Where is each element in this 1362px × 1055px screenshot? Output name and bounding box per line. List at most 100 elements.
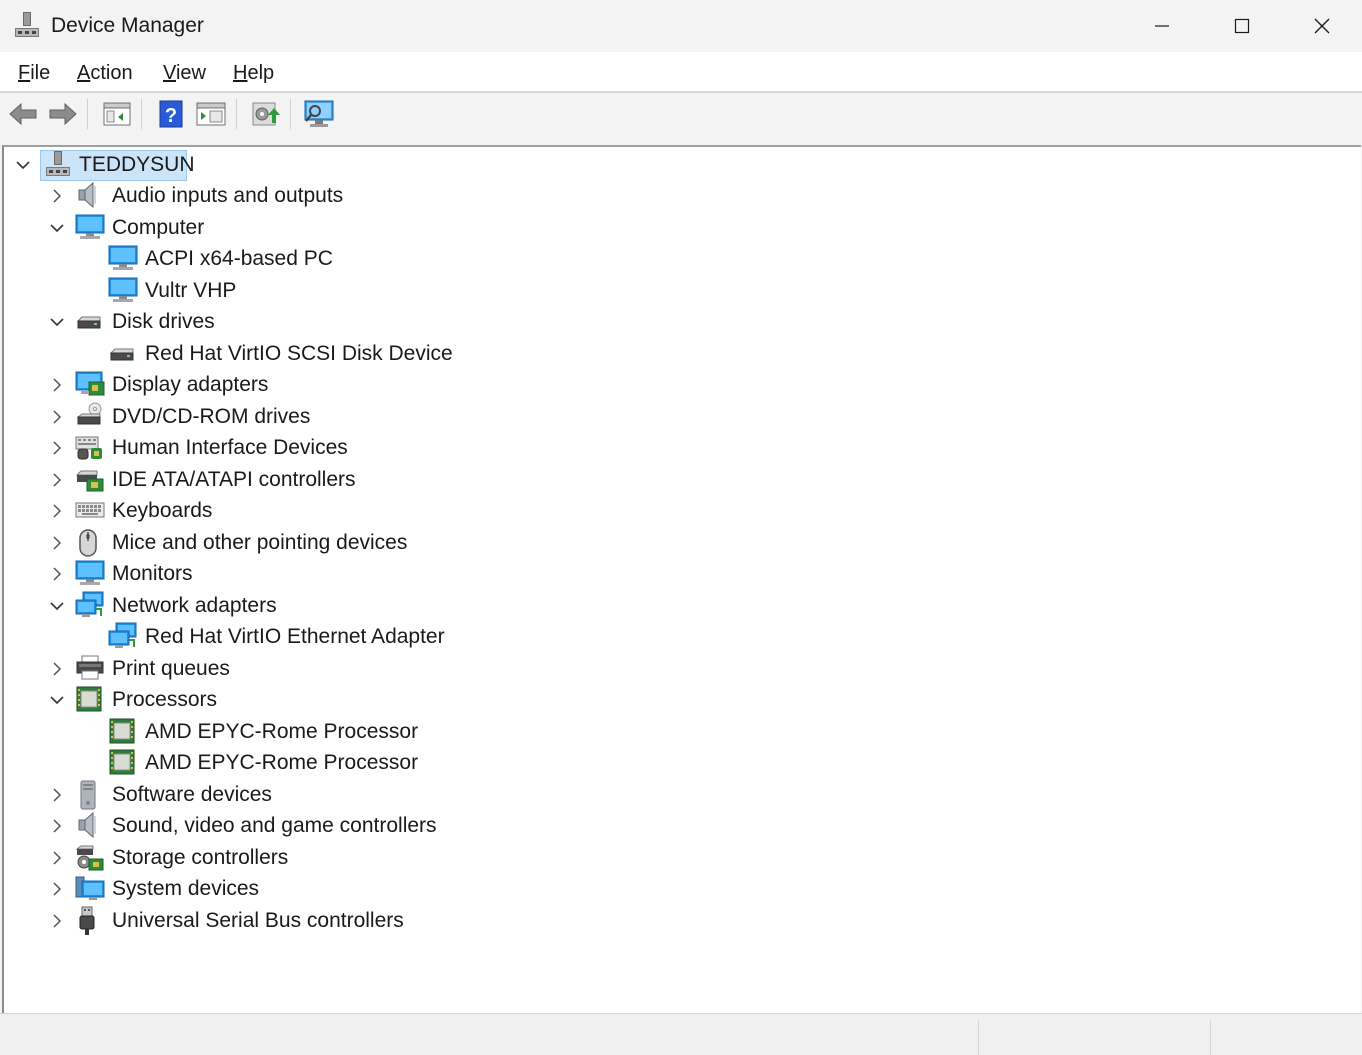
tree-label-keyboards[interactable]: Keyboards (112, 496, 212, 526)
show-hide-console-tree-button[interactable] (101, 98, 133, 130)
printer-icon (75, 654, 105, 684)
menu-view[interactable]: View (163, 62, 206, 85)
toolbar-separator (141, 99, 142, 129)
tree-label-sound-video-and-game-controllers[interactable]: Sound, video and game controllers (112, 811, 437, 841)
chevron-right-icon[interactable] (49, 566, 65, 582)
tree-category-row[interactable]: Monitors (4, 559, 1361, 589)
processor-icon (75, 685, 105, 715)
close-button[interactable] (1282, 0, 1362, 52)
chevron-right-icon[interactable] (49, 661, 65, 677)
chevron-right-icon[interactable] (49, 818, 65, 834)
software-device-icon (75, 780, 105, 810)
usb-icon (75, 906, 105, 936)
tree-label-red-hat-virtio-ethernet-adapter[interactable]: Red Hat VirtIO Ethernet Adapter (145, 622, 445, 652)
chevron-right-icon[interactable] (49, 535, 65, 551)
tree-label-universal-serial-bus-controllers[interactable]: Universal Serial Bus controllers (112, 906, 404, 936)
menu-view-accelerator: V (163, 62, 176, 84)
tree-category-row[interactable]: Network adapters (4, 591, 1361, 621)
monitor-icon (108, 244, 138, 274)
tree-category-row[interactable]: Print queues (4, 654, 1361, 684)
properties-button[interactable] (195, 98, 227, 130)
tree-category-row[interactable]: Display adapters (4, 370, 1361, 400)
tree-category-row[interactable]: Universal Serial Bus controllers (4, 906, 1361, 936)
maximize-button[interactable] (1202, 0, 1282, 52)
tree-category-row[interactable]: Sound, video and game controllers (4, 811, 1361, 841)
tree-label-disk-drives[interactable]: Disk drives (112, 307, 215, 337)
window-title: Device Manager (51, 14, 204, 37)
tree-device-row[interactable]: ACPI x64-based PC (4, 244, 1361, 274)
menu-action[interactable]: Action (77, 62, 133, 85)
dvd-drive-icon (75, 402, 105, 432)
tree-category-row[interactable]: Storage controllers (4, 843, 1361, 873)
menu-file-label: ile (30, 62, 51, 84)
tree-label-monitors[interactable]: Monitors (112, 559, 193, 589)
update-driver-button[interactable] (249, 98, 281, 130)
tree-category-row[interactable]: System devices (4, 874, 1361, 904)
chevron-down-icon[interactable] (15, 157, 31, 173)
show-hide-console-tree-icon (103, 102, 131, 126)
back-button[interactable] (7, 98, 39, 130)
tree-label-print-queues[interactable]: Print queues (112, 654, 230, 684)
chevron-right-icon[interactable] (49, 188, 65, 204)
device-tree[interactable]: TEDDYSUN Audio inputs and outputs Compute… (2, 145, 1361, 1013)
chevron-right-icon[interactable] (49, 850, 65, 866)
tree-category-row[interactable]: Processors (4, 685, 1361, 715)
toolbar-separator (87, 99, 88, 129)
tree-category-row[interactable]: Mice and other pointing devices (4, 528, 1361, 558)
chevron-down-icon[interactable] (49, 598, 65, 614)
tree-label-red-hat-virtio-scsi-disk-device[interactable]: Red Hat VirtIO SCSI Disk Device (145, 339, 453, 369)
tree-category-row[interactable]: Disk drives (4, 307, 1361, 337)
tree-label-amd-epyc-rome-processor[interactable]: AMD EPYC-Rome Processor (145, 748, 418, 778)
menu-file-accelerator: F (18, 62, 31, 84)
tree-label-vultr-vhp[interactable]: Vultr VHP (145, 276, 236, 306)
menu-help[interactable]: Help (233, 62, 274, 85)
chevron-right-icon[interactable] (49, 503, 65, 519)
tree-device-row[interactable]: AMD EPYC-Rome Processor (4, 717, 1361, 747)
chevron-right-icon[interactable] (49, 409, 65, 425)
menu-action-accelerator: A (77, 62, 91, 84)
tree-device-row[interactable]: Red Hat VirtIO SCSI Disk Device (4, 339, 1361, 369)
chevron-right-icon[interactable] (49, 881, 65, 897)
chevron-right-icon[interactable] (49, 440, 65, 456)
tree-category-row[interactable]: Audio inputs and outputs (4, 181, 1361, 211)
tree-device-row[interactable]: Red Hat VirtIO Ethernet Adapter (4, 622, 1361, 652)
tree-category-row[interactable]: Software devices (4, 780, 1361, 810)
scan-for-hardware-changes-button[interactable] (303, 98, 335, 130)
tree-root-label[interactable]: TEDDYSUN (79, 150, 195, 180)
tree-category-row[interactable]: IDE ATA/ATAPI controllers (4, 465, 1361, 495)
minimize-button[interactable] (1122, 0, 1202, 52)
chevron-right-icon[interactable] (49, 377, 65, 393)
tree-label-software-devices[interactable]: Software devices (112, 780, 272, 810)
tree-label-processors[interactable]: Processors (112, 685, 217, 715)
tree-category-row[interactable]: DVD/CD-ROM drives (4, 402, 1361, 432)
monitor-icon (108, 276, 138, 306)
menu-file[interactable]: File (18, 62, 50, 85)
tree-label-computer[interactable]: Computer (112, 213, 204, 243)
tree-label-audio-inputs-and-outputs[interactable]: Audio inputs and outputs (112, 181, 343, 211)
tree-label-display-adapters[interactable]: Display adapters (112, 370, 268, 400)
forward-button[interactable] (47, 98, 79, 130)
chevron-right-icon[interactable] (49, 787, 65, 803)
tree-label-acpi-x64-based-pc[interactable]: ACPI x64-based PC (145, 244, 333, 274)
chevron-right-icon[interactable] (49, 472, 65, 488)
tree-category-row[interactable]: Computer (4, 213, 1361, 243)
tree-category-row[interactable]: Keyboards (4, 496, 1361, 526)
tree-device-row[interactable]: AMD EPYC-Rome Processor (4, 748, 1361, 778)
tree-label-mice-and-other-pointing-devices[interactable]: Mice and other pointing devices (112, 528, 407, 558)
tree-device-row[interactable]: Vultr VHP (4, 276, 1361, 306)
tree-label-amd-epyc-rome-processor[interactable]: AMD EPYC-Rome Processor (145, 717, 418, 747)
chevron-down-icon[interactable] (49, 314, 65, 330)
chevron-down-icon[interactable] (49, 692, 65, 708)
tree-label-human-interface-devices[interactable]: Human Interface Devices (112, 433, 348, 463)
network-adapter-icon (108, 622, 138, 652)
chevron-down-icon[interactable] (49, 220, 65, 236)
tree-label-dvd-cd-rom-drives[interactable]: DVD/CD-ROM drives (112, 402, 310, 432)
tree-label-network-adapters[interactable]: Network adapters (112, 591, 277, 621)
maximize-icon (1234, 18, 1250, 34)
tree-label-ide-ata-atapi-controllers[interactable]: IDE ATA/ATAPI controllers (112, 465, 356, 495)
tree-label-storage-controllers[interactable]: Storage controllers (112, 843, 288, 873)
help-button[interactable]: ? (155, 98, 187, 130)
tree-category-row[interactable]: Human Interface Devices (4, 433, 1361, 463)
tree-label-system-devices[interactable]: System devices (112, 874, 259, 904)
chevron-right-icon[interactable] (49, 913, 65, 929)
